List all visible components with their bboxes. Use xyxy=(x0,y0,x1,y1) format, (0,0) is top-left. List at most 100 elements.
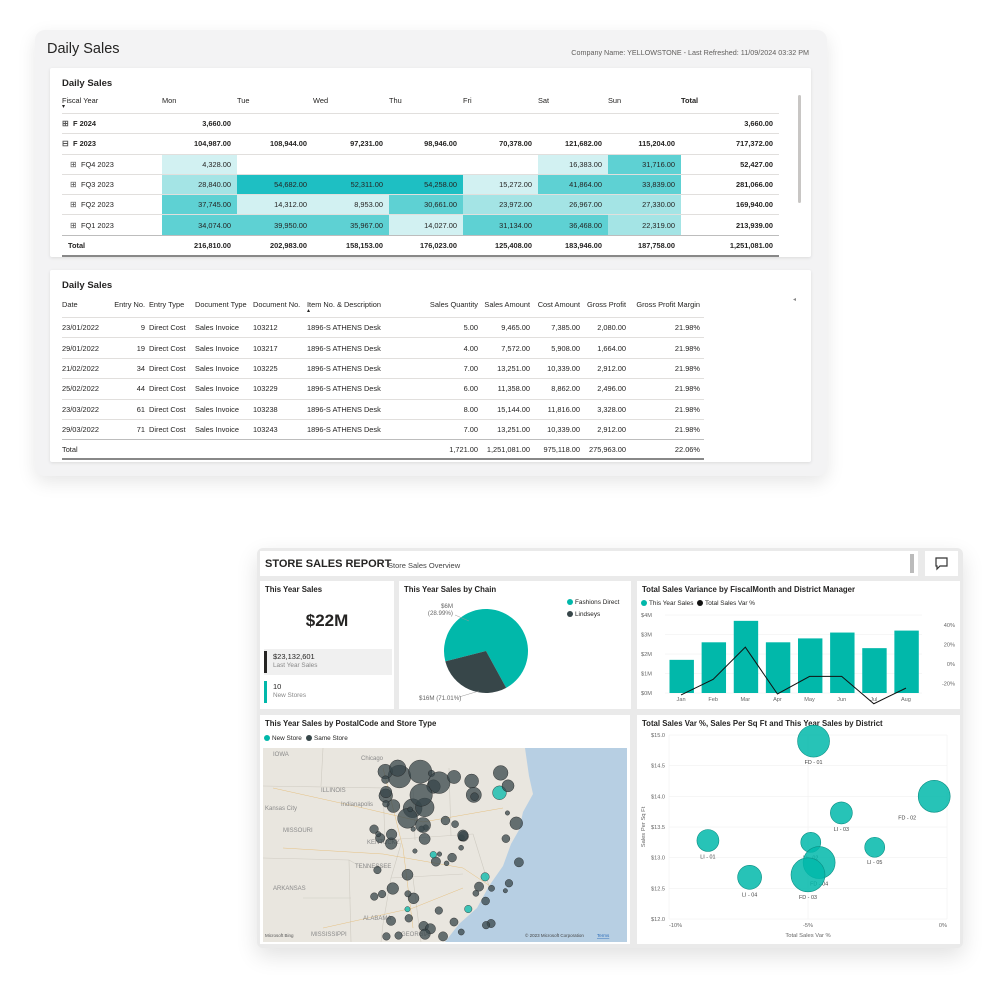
store-bubble xyxy=(449,917,459,927)
legend-item[interactable]: Same Store xyxy=(306,735,348,742)
column-header[interactable]: Sun xyxy=(608,96,681,114)
store-bubble xyxy=(394,931,403,940)
table-row[interactable]: 23/03/2022 61 Direct Cost Sales Invoice 1032… xyxy=(62,398,704,420)
store-bubble xyxy=(488,885,495,892)
scatter-bubble xyxy=(737,864,762,890)
expand-icon[interactable]: ⊞ xyxy=(70,221,77,229)
column-header[interactable]: Date xyxy=(62,300,112,318)
kpi-marker xyxy=(264,651,267,673)
column-header[interactable]: Total xyxy=(681,96,779,114)
table-row[interactable]: 29/01/2022 19 Direct Cost Sales Invoice 1032… xyxy=(62,337,704,359)
pie-chart[interactable]: $6M(28.99%) $16M (71.01%) xyxy=(399,581,631,709)
place-label: MISSOURI xyxy=(283,828,313,834)
expand-icon[interactable]: ⊞ xyxy=(70,181,77,189)
matrix-row[interactable]: ⊞ F 2024 3,660.00 3,660.00 xyxy=(62,112,779,134)
table-cell: 61 xyxy=(112,398,149,420)
matrix-row[interactable]: ⊟ F 2023 104,987.00 108,944.00 97,231.00 98,9… xyxy=(62,133,779,155)
column-header[interactable]: Item No. & Description ▴ xyxy=(307,300,422,318)
combo-chart-tile[interactable]: Total Sales Variance by FiscalMonth and … xyxy=(637,581,960,709)
table-cell: 21.98% xyxy=(630,357,704,379)
table-row[interactable]: 29/03/2022 71 Direct Cost Sales Invoice 1032… xyxy=(62,418,704,440)
column-header[interactable]: Cost Amount xyxy=(534,300,584,318)
terms-link[interactable]: Terms xyxy=(597,933,610,938)
column-header[interactable]: Document No. xyxy=(253,300,307,318)
matrix-cell: 717,372.00 xyxy=(681,133,779,155)
column-header[interactable]: Fri xyxy=(463,96,538,114)
column-header[interactable]: Sales Amount xyxy=(482,300,534,318)
column-header[interactable]: Sales Quantity xyxy=(422,300,482,318)
vertical-scrollbar[interactable] xyxy=(798,95,801,203)
bubble-map[interactable]: IOWA Chicago ILLINOIS Indianapolis Kansa… xyxy=(263,748,627,942)
store-bubble xyxy=(509,816,523,830)
table-total-row: Total 1,721.00 1,251,081.00 975,118.00 275,9… xyxy=(62,439,704,461)
table-row[interactable]: 25/02/2022 44 Direct Cost Sales Invoice 1032… xyxy=(62,378,704,400)
row-label: F 2024 xyxy=(73,119,97,129)
column-header[interactable]: Thu xyxy=(389,96,463,114)
store-bubble xyxy=(501,834,511,843)
kpi-title: This Year Sales xyxy=(265,585,323,594)
row-header: ⊞ FQ3 2023 xyxy=(62,173,162,195)
table-cell: 103212 xyxy=(253,316,307,338)
x-tick-label: Feb xyxy=(708,697,718,703)
matrix-cell: 14,027.00 xyxy=(389,214,463,236)
legend-item[interactable]: New Store xyxy=(264,735,302,742)
total-cell: 125,408.00 xyxy=(463,234,538,258)
table-row[interactable]: 23/01/2022 9 Direct Cost Sales Invoice 10321… xyxy=(62,316,704,338)
table-row[interactable]: 21/02/2022 34 Direct Cost Sales Invoice 1032… xyxy=(62,357,704,379)
total-cell: 158,153.00 xyxy=(313,234,389,258)
column-header[interactable]: Mon xyxy=(162,96,237,114)
place-label: TENNESSEE xyxy=(355,864,391,870)
column-header[interactable]: Sat xyxy=(538,96,608,114)
matrix-cell: 26,967.00 xyxy=(538,194,608,215)
matrix-cell xyxy=(313,153,389,175)
daily-sales-matrix[interactable]: Daily Sales Fiscal Year ▾ Mon Tue Wed Thu Fri S… xyxy=(50,68,811,258)
y2-tick-label: 40% xyxy=(944,623,955,629)
y-tick-label: $13.0 xyxy=(651,856,665,862)
total-label: Total xyxy=(62,234,162,258)
table-cell: 103225 xyxy=(253,357,307,379)
store-bubble xyxy=(412,848,418,854)
column-header[interactable]: Gross Profit Margin xyxy=(630,300,704,318)
store-bubble xyxy=(493,765,509,781)
expand-icon[interactable]: ⊞ xyxy=(70,201,77,209)
scroll-arrow-icon[interactable]: ◂ xyxy=(793,296,796,303)
column-header[interactable]: Entry Type xyxy=(149,300,195,318)
comment-button[interactable] xyxy=(925,551,958,576)
matrix-cell: 16,383.00 xyxy=(538,153,608,175)
store-bubble xyxy=(419,928,431,940)
matrix-row[interactable]: ⊞ FQ2 2023 37,745.00 14,312.00 8,953.00 30,66… xyxy=(62,194,779,215)
column-header[interactable]: Tue xyxy=(237,96,313,114)
report-subtitle: Store Sales Overview xyxy=(388,561,461,570)
table-cell: 9 xyxy=(112,316,149,338)
scatter-chart[interactable]: $12.0 $12.5 $13.0 $13.5 $14.0 $14.5 $15.0 -10% -… xyxy=(637,715,960,944)
column-header[interactable]: Gross Profit xyxy=(584,300,630,318)
matrix-cell xyxy=(463,112,538,134)
kpi-tile[interactable]: This Year Sales $22M $23,132,601 Last Ye… xyxy=(260,581,394,709)
expand-icon[interactable]: ⊞ xyxy=(70,160,77,168)
table-cell: 9,465.00 xyxy=(482,316,534,338)
scatter-chart-tile[interactable]: Total Sales Var %, Sales Per Sq Ft and T… xyxy=(637,715,960,944)
column-header[interactable]: Wed xyxy=(313,96,389,114)
store-bubble xyxy=(481,896,490,906)
combo-chart[interactable]: $0M $1M $2M $3M $4M 40% 20% 0% -20% Jan Feb Mar Apr M… xyxy=(637,581,960,709)
table-cell: 7.00 xyxy=(422,357,482,379)
pie-chart-tile[interactable]: This Year Sales by Chain Fashions Direct… xyxy=(399,581,631,709)
daily-sales-detail[interactable]: Daily Sales ◂ Date Entry No. Entry Type Doc… xyxy=(50,270,811,462)
matrix-cell: 23,972.00 xyxy=(463,194,538,215)
matrix-cell: 98,946.00 xyxy=(389,133,463,155)
matrix-row[interactable]: ⊞ FQ4 2023 4,328.00 16,383.00 31,716.00 52,42… xyxy=(62,153,779,175)
expand-icon[interactable]: ⊟ xyxy=(62,140,69,148)
column-header[interactable]: Entry No. xyxy=(112,300,149,318)
table-cell: 2,080.00 xyxy=(584,316,630,338)
matrix-row[interactable]: ⊞ FQ1 2023 34,074.00 39,950.00 35,967.00 14,0… xyxy=(62,214,779,236)
matrix-row[interactable]: ⊞ FQ3 2023 28,840.00 54,682.00 52,311.00 54,2… xyxy=(62,173,779,195)
store-bubble xyxy=(436,851,442,857)
x-tick-label: Apr xyxy=(773,697,782,703)
column-header[interactable]: Document Type xyxy=(195,300,253,318)
map-tile[interactable]: This Year Sales by PostalCode and Store … xyxy=(260,715,630,944)
header-scrollbar[interactable] xyxy=(910,554,914,573)
table-cell: 3,328.00 xyxy=(584,398,630,420)
last-year-sales-label: Last Year Sales xyxy=(273,662,318,669)
column-header[interactable]: Fiscal Year ▾ xyxy=(62,96,162,114)
expand-icon[interactable]: ⊞ xyxy=(62,120,69,128)
